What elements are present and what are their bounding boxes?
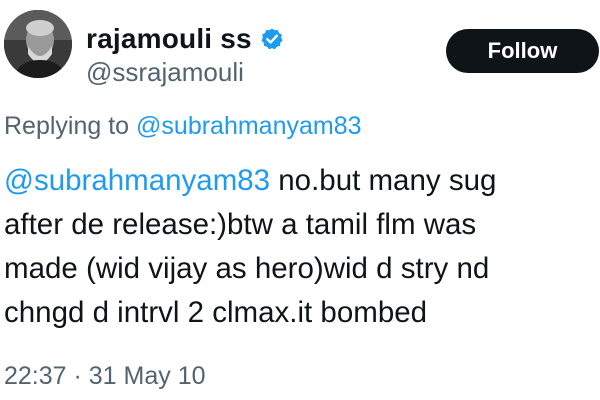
tweet-mention-link[interactable]: @subrahmanyam83 xyxy=(4,164,270,197)
reply-context-prefix: Replying to xyxy=(4,112,137,140)
verified-badge-icon xyxy=(260,27,284,51)
reply-context-mention[interactable]: @subrahmanyam83 xyxy=(136,112,362,140)
tweet-text-line2: after de release:)btw a tamil flm was xyxy=(4,208,477,241)
tweet-text-line: @subrahmanyam83 no.but many sug xyxy=(4,159,594,203)
reply-context: Replying to @subrahmanyam83 xyxy=(4,112,362,141)
tweet-text-line4: chngd d intrvl 2 clmax.it bombed xyxy=(4,296,428,329)
follow-button[interactable]: Follow xyxy=(446,29,599,73)
tweet-card: rajamouli ss @ssrajamouli Follow Replyin… xyxy=(0,0,600,400)
author-handle[interactable]: @ssrajamouli xyxy=(86,57,244,88)
avatar[interactable] xyxy=(4,10,72,78)
tweet-text: @subrahmanyam83 no.but many sug after de… xyxy=(4,159,594,335)
tweet-text-line3: made (wid vijay as hero)wid d stry nd xyxy=(4,252,490,285)
tweet-timestamp[interactable]: 22:37 · 31 May 10 xyxy=(4,362,206,391)
author-display-name[interactable]: rajamouli ss xyxy=(86,23,252,55)
author-name-row: rajamouli ss xyxy=(86,22,284,56)
tweet-text-line1: no.but many sug xyxy=(270,164,497,197)
profile-photo-icon xyxy=(4,10,72,78)
